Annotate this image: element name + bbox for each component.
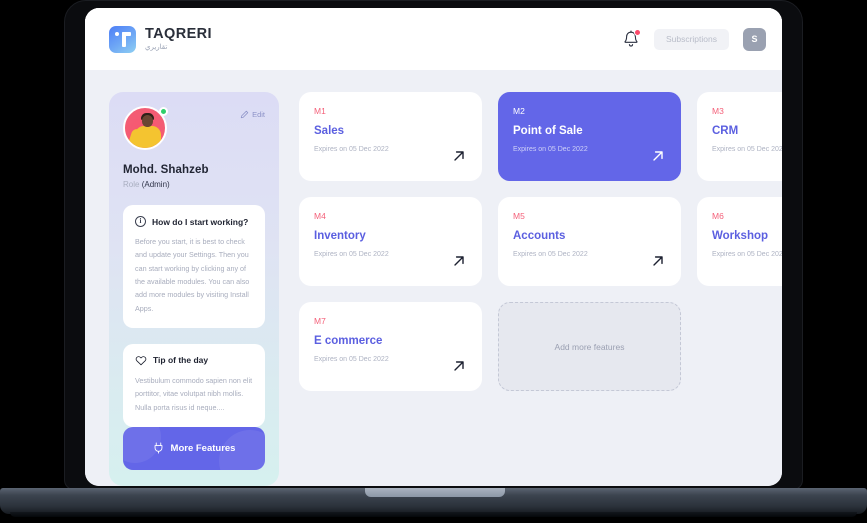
pencil-icon <box>240 110 249 119</box>
tip-of-the-day-card: Tip of the day Vestibulum commodo sapien… <box>123 343 265 427</box>
screenshot-stage: TAQRERI ﺗﻘﺎﺭﻳﺮﻱ Subscriptions S Edit Moh… <box>0 0 867 523</box>
notifications-bell-icon[interactable] <box>622 28 641 49</box>
module-code: M7 <box>314 316 326 326</box>
more-features-label: More Features <box>170 442 236 454</box>
module-expiry: Expires on 05 Dec 2022 <box>712 251 782 258</box>
module-title: Point of Sale <box>513 125 583 137</box>
more-features-button[interactable]: More Features <box>123 426 265 470</box>
laptop-screen: TAQRERI ﺗﻘﺎﺭﻳﺮﻱ Subscriptions S Edit Moh… <box>85 8 782 486</box>
module-card-m5[interactable]: M5 Accounts Expires on 05 Dec 2022 <box>498 197 681 286</box>
app-root: TAQRERI ﺗﻘﺎﺭﻳﺮﻱ Subscriptions S Edit Moh… <box>85 8 782 486</box>
page-content: Edit Mohd. Shahzeb Role (Admin) i How do… <box>85 70 782 486</box>
profile-header: Edit <box>123 106 265 150</box>
module-expiry: Expires on 05 Dec 2022 <box>513 251 588 258</box>
profile-name: Mohd. Shahzeb <box>123 164 209 176</box>
module-code: M2 <box>513 106 525 116</box>
edit-profile-label: Edit <box>252 110 265 119</box>
app-header: TAQRERI ﺗﻘﺎﺭﻳﺮﻱ Subscriptions S <box>85 8 782 70</box>
module-code: M5 <box>513 211 525 221</box>
edit-profile-link[interactable]: Edit <box>240 106 265 119</box>
brand-logo[interactable]: TAQRERI ﺗﻘﺎﺭﻳﺮﻱ <box>109 25 212 53</box>
module-card-m6[interactable]: M6 Workshop Expires on 05 Dec 2022 <box>697 197 782 286</box>
module-title: E commerce <box>314 335 383 347</box>
module-card-m7[interactable]: M7 E commerce Expires on 05 Dec 2022 <box>299 302 482 391</box>
profile-sidebar-card: Edit Mohd. Shahzeb Role (Admin) i How do… <box>109 92 279 486</box>
open-arrow-icon[interactable] <box>452 149 466 163</box>
modules-grid: M1 Sales Expires on 05 Dec 2022 M2 Point… <box>299 92 782 486</box>
heart-icon <box>135 356 147 366</box>
user-avatar-button[interactable]: S <box>743 27 766 51</box>
plug-icon <box>154 442 162 454</box>
module-card-m3[interactable]: M3 CRM Expires on 05 Dec 2022 <box>697 92 782 181</box>
how-to-start-title: How do I start working? <box>152 216 249 227</box>
info-icon: i <box>135 216 146 227</box>
subscriptions-button[interactable]: Subscriptions <box>653 28 729 50</box>
module-title: Sales <box>314 125 345 137</box>
laptop-base <box>0 488 867 514</box>
laptop-foot <box>10 512 857 517</box>
taqreri-logo-icon <box>109 25 136 53</box>
profile-role: Role (Admin) <box>123 180 265 189</box>
add-more-features-placeholder[interactable]: Add more features <box>498 302 681 391</box>
header-actions: Subscriptions S <box>622 27 766 51</box>
how-to-start-body: Before you start, it is best to check an… <box>135 237 250 313</box>
module-card-m2[interactable]: M2 Point of Sale Expires on 05 Dec 2022 <box>498 92 681 181</box>
tip-of-the-day-header: Tip of the day <box>135 355 253 366</box>
module-code: M1 <box>314 106 326 116</box>
module-title: Accounts <box>513 230 566 242</box>
module-title: CRM <box>712 125 739 137</box>
module-code: M6 <box>712 211 724 221</box>
module-title: Inventory <box>314 230 366 242</box>
module-code: M4 <box>314 211 326 221</box>
module-expiry: Expires on 05 Dec 2022 <box>314 146 389 153</box>
open-arrow-icon[interactable] <box>452 359 466 373</box>
open-arrow-icon[interactable] <box>651 254 665 268</box>
tip-of-the-day-body: Vestibulum commodo sapien non elit portt… <box>135 375 253 412</box>
notification-badge-dot <box>633 28 641 36</box>
module-card-m4[interactable]: M4 Inventory Expires on 05 Dec 2022 <box>299 197 482 286</box>
open-arrow-icon[interactable] <box>452 254 466 268</box>
module-expiry: Expires on 05 Dec 2022 <box>712 146 782 153</box>
tip-of-the-day-title: Tip of the day <box>153 355 209 366</box>
brand-name: TAQRERI <box>145 25 212 42</box>
how-to-start-header: i How do I start working? <box>135 216 253 227</box>
profile-role-value: (Admin) <box>141 180 170 189</box>
how-to-start-card: i How do I start working? Before you sta… <box>123 205 265 328</box>
profile-role-label: Role <box>123 180 140 189</box>
online-status-dot <box>159 107 168 116</box>
brand-subtitle-arabic: ﺗﻘﺎﺭﻳﺮﻱ <box>145 44 168 52</box>
module-card-m1[interactable]: M1 Sales Expires on 05 Dec 2022 <box>299 92 482 181</box>
module-code: M3 <box>712 106 724 116</box>
open-arrow-icon[interactable] <box>651 149 665 163</box>
module-expiry: Expires on 05 Dec 2022 <box>513 146 588 153</box>
module-expiry: Expires on 05 Dec 2022 <box>314 356 389 363</box>
module-expiry: Expires on 05 Dec 2022 <box>314 251 389 258</box>
avatar[interactable] <box>123 106 168 150</box>
module-title: Workshop <box>712 230 769 242</box>
